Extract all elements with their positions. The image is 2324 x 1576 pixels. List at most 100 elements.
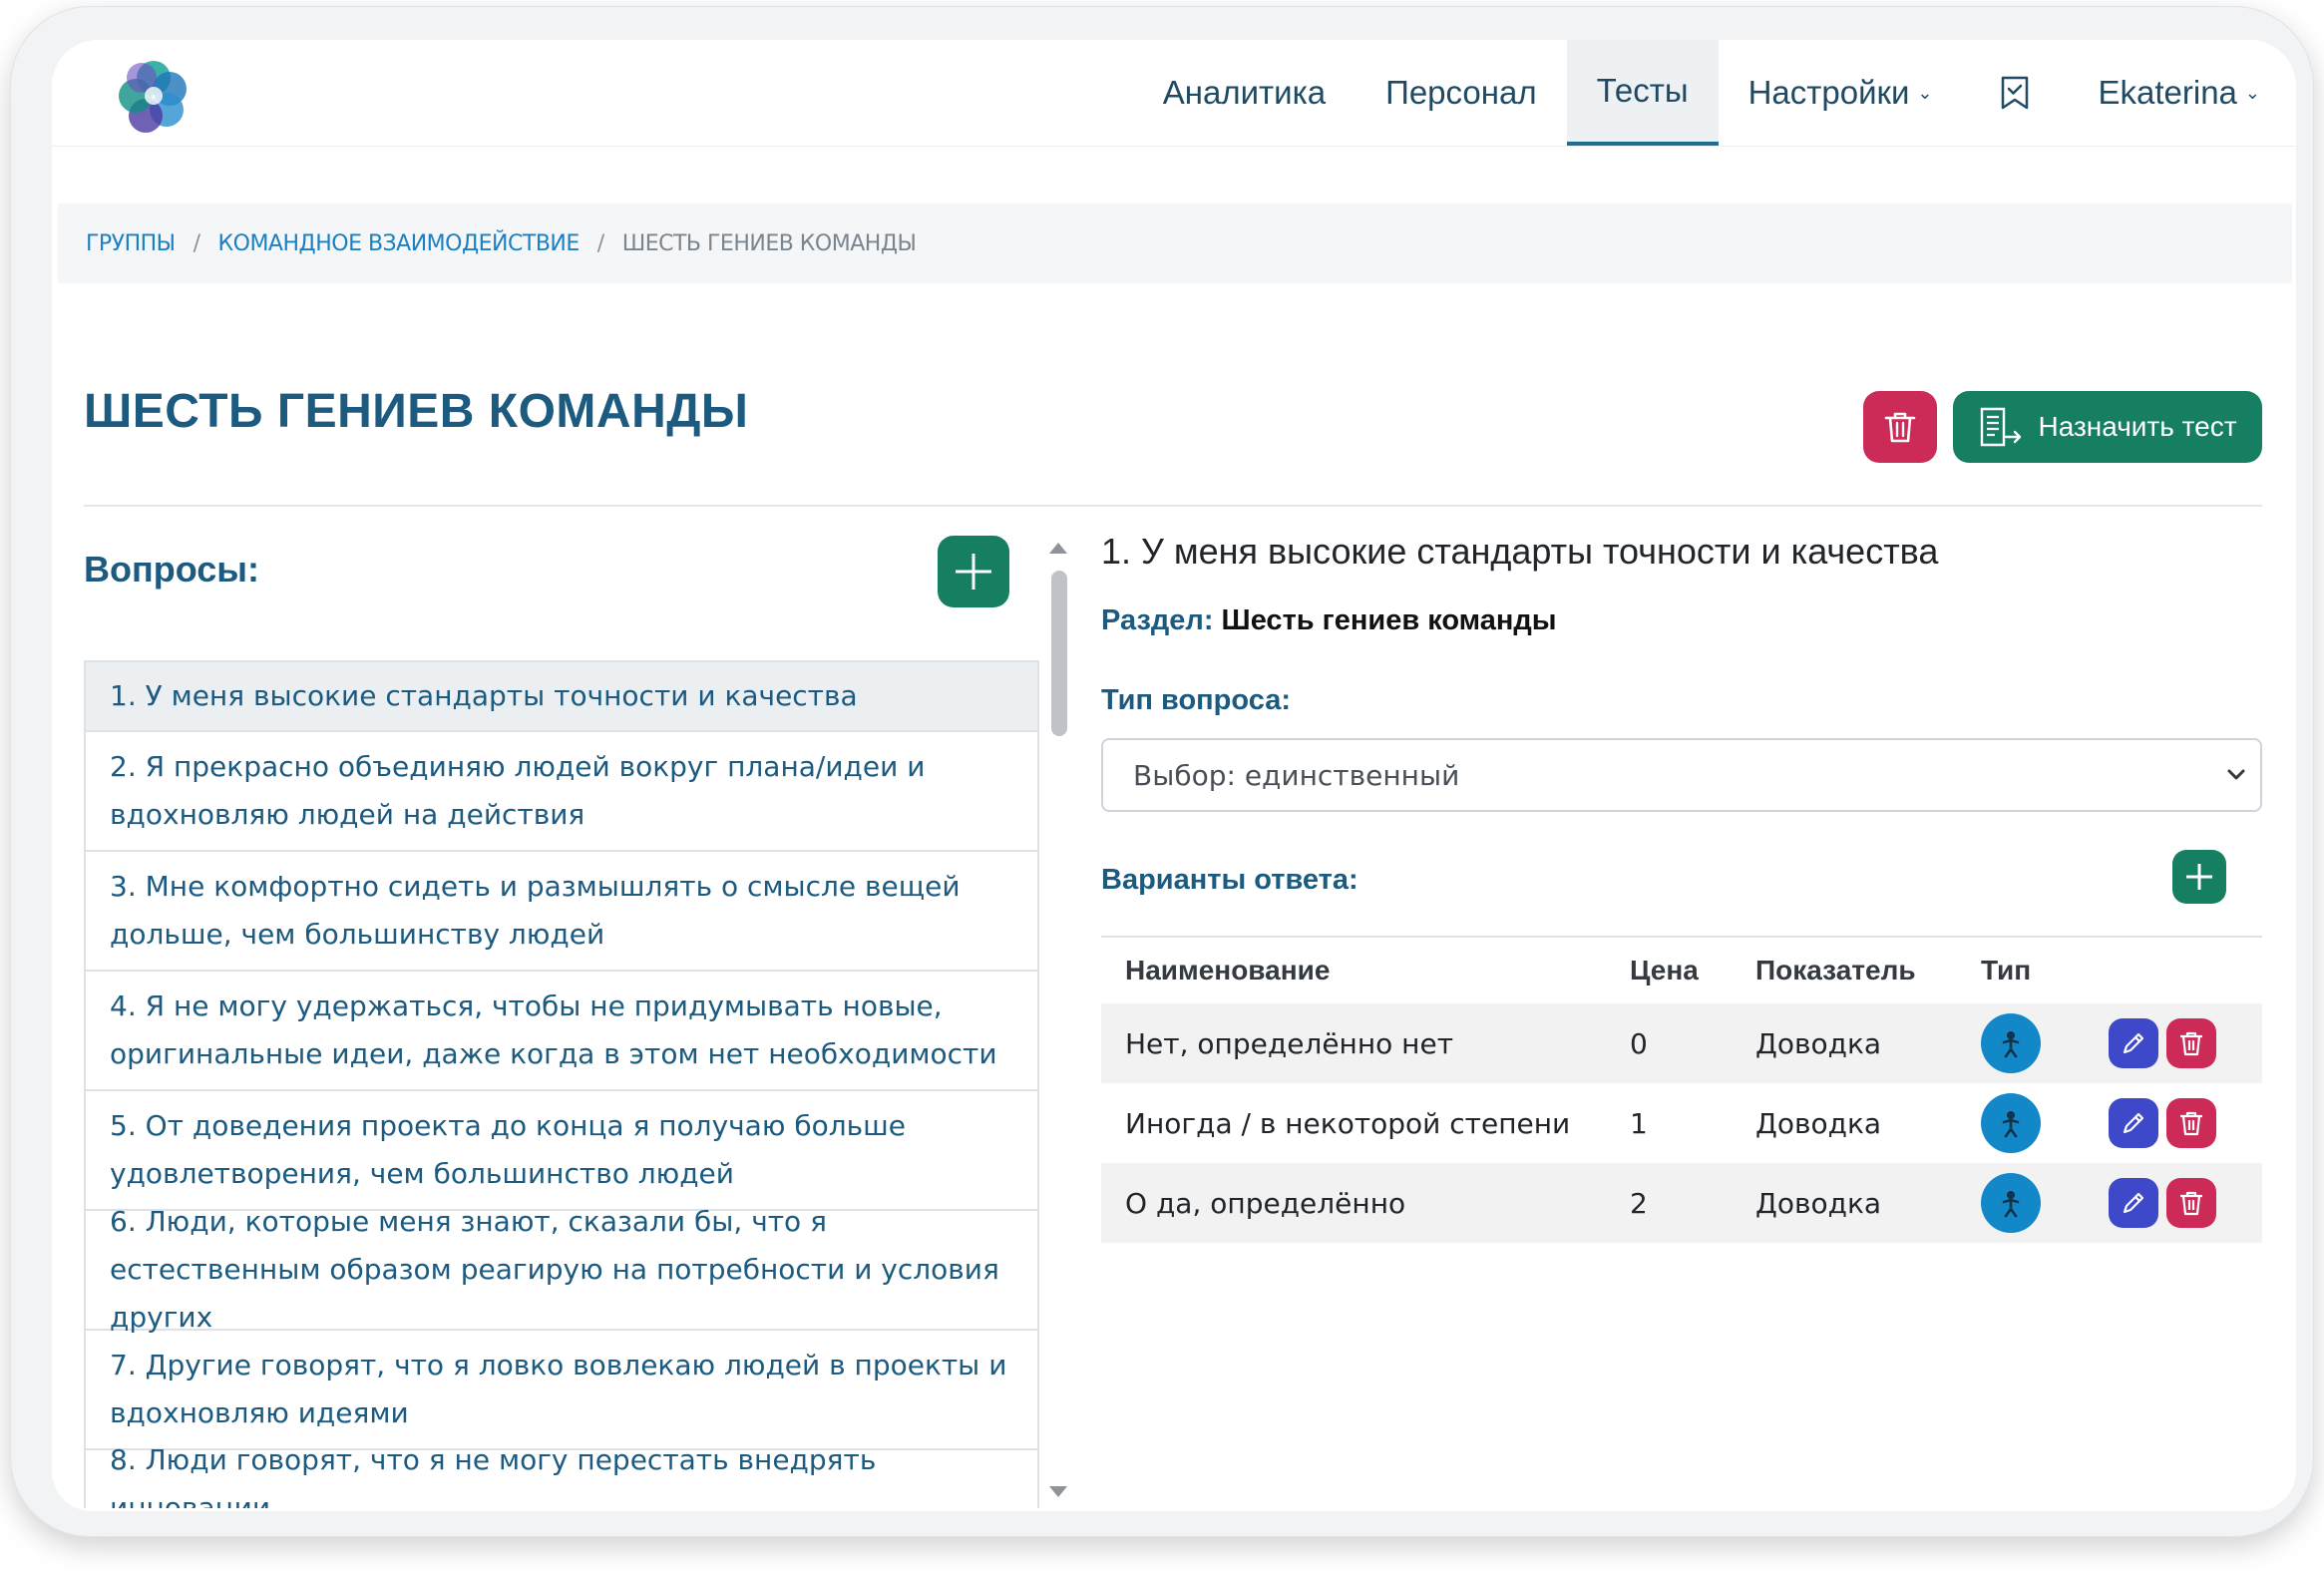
column-price: Цена xyxy=(1630,955,1699,985)
table-row: Иногда / в некоторой степени 1 Доводка xyxy=(1101,1083,2262,1163)
scroll-down-arrow[interactable] xyxy=(1049,1486,1067,1497)
breadcrumb: ГРУППЫ / КОМАНДНОЕ ВЗАИМОДЕЙСТВИЕ / ШЕСТ… xyxy=(58,203,2292,283)
bookmark-button[interactable] xyxy=(1962,40,2068,146)
nav-staff-label: Персонал xyxy=(1385,74,1537,111)
pencil-icon xyxy=(2123,1032,2144,1054)
delete-test-button[interactable] xyxy=(1863,391,1937,463)
pencil-icon xyxy=(2123,1192,2144,1214)
pencil-icon xyxy=(2123,1112,2144,1134)
question-item-5[interactable]: 5. От доведения проекта до конца я получ… xyxy=(86,1091,1037,1211)
question-item-1[interactable]: 1. У меня высокие стандарты точности и к… xyxy=(86,662,1037,732)
question-type-select[interactable]: Выбор: единственный xyxy=(1101,738,2262,812)
breadcrumb-separator: / xyxy=(596,230,604,256)
answer-name: Иногда / в некоторой степени xyxy=(1125,1106,1571,1140)
top-navbar: Аналитика Персонал Тесты Настройки ⌄ Ekat… xyxy=(52,40,2296,147)
question-text: 4. Я не могу удержаться, чтобы не придум… xyxy=(110,989,997,1070)
page-title: ШЕСТЬ ГЕНИЕВ КОМАНДЫ xyxy=(84,385,749,438)
question-item-3[interactable]: 3. Мне комфортно сидеть и размышлять о с… xyxy=(86,852,1037,972)
question-item-8[interactable]: 8. Люди говорят, что я не могу перестать… xyxy=(86,1443,1037,1508)
person-icon xyxy=(2002,1191,2020,1218)
user-menu[interactable]: Ekaterina ⌄ xyxy=(2068,40,2296,146)
answers-label: Варианты ответа: xyxy=(1101,864,1358,896)
person-icon xyxy=(2002,1111,2020,1138)
question-text: 8. Люди говорят, что я не могу перестать… xyxy=(110,1443,877,1508)
question-text: 3. Мне комфортно сидеть и размышлять о с… xyxy=(110,870,961,951)
question-item-7[interactable]: 7. Другие говорят, что я ловко вовлекаю … xyxy=(86,1331,1037,1450)
row-actions xyxy=(2109,1163,2224,1243)
scrollbar-thumb[interactable] xyxy=(1051,571,1067,736)
edit-answer-button[interactable] xyxy=(2109,1178,2158,1228)
nav-analytics-label: Аналитика xyxy=(1162,74,1327,111)
breadcrumb-separator: / xyxy=(193,230,200,256)
trash-icon xyxy=(2180,1191,2202,1216)
nav-analytics[interactable]: Аналитика xyxy=(1133,40,1356,146)
answer-price: 2 xyxy=(1630,1186,1648,1220)
answer-price: 0 xyxy=(1630,1026,1648,1060)
question-text: 2. Я прекрасно объединяю людей вокруг пл… xyxy=(110,750,926,831)
table-header: Наименование Цена Показатель Тип xyxy=(1101,938,2262,1003)
trash-icon xyxy=(2180,1031,2202,1056)
scroll-up-arrow[interactable] xyxy=(1049,543,1067,554)
row-actions xyxy=(2109,1083,2224,1163)
type-badge xyxy=(1981,1093,2041,1153)
app-logo[interactable] xyxy=(112,54,195,138)
plus-icon xyxy=(2186,864,2212,890)
question-item-6[interactable]: 6. Люди, которые меня знают, сказали бы,… xyxy=(86,1205,1037,1334)
nav-tests-label: Тесты xyxy=(1596,72,1689,109)
answer-name: О да, определённо xyxy=(1125,1186,1406,1220)
type-badge xyxy=(1981,1013,2041,1073)
answer-type xyxy=(1981,1083,2041,1163)
trash-icon xyxy=(2180,1111,2202,1136)
answer-price: 1 xyxy=(1630,1106,1648,1140)
column-name: Наименование xyxy=(1125,955,1331,985)
assign-test-label: Назначить тест xyxy=(2038,411,2237,442)
column-indicator: Показатель xyxy=(1755,955,1916,985)
breadcrumb-current: ШЕСТЬ ГЕНИЕВ КОМАНДЫ xyxy=(621,230,917,256)
answer-type xyxy=(1981,1003,2041,1083)
app-screen: Аналитика Персонал Тесты Настройки ⌄ Ekat… xyxy=(52,40,2296,1511)
column-type: Тип xyxy=(1981,955,2032,985)
edit-answer-button[interactable] xyxy=(2109,1018,2158,1068)
breadcrumb-team-interaction[interactable]: КОМАНДНОЕ ВЗАИМОДЕЙСТВИЕ xyxy=(218,231,581,256)
nav-settings[interactable]: Настройки ⌄ xyxy=(1719,40,1963,146)
divider xyxy=(84,505,2262,507)
table-row: О да, определённо 2 Доводка xyxy=(1101,1163,2262,1243)
tablet-frame: Аналитика Персонал Тесты Настройки ⌄ Ekat… xyxy=(10,6,2314,1537)
section-label: Раздел: xyxy=(1101,604,1214,636)
add-answer-button[interactable] xyxy=(2172,850,2226,904)
add-question-button[interactable] xyxy=(938,536,1009,607)
question-text: 5. От доведения проекта до конца я получ… xyxy=(110,1109,906,1190)
chevron-down-icon: ⌄ xyxy=(1917,82,1933,103)
delete-answer-button[interactable] xyxy=(2166,1178,2216,1228)
answer-type xyxy=(1981,1163,2041,1243)
answers-table: Наименование Цена Показатель Тип Нет, оп… xyxy=(1101,936,2262,1243)
trash-icon xyxy=(1884,412,1916,443)
question-type-value: Выбор: единственный xyxy=(1133,758,1460,792)
delete-answer-button[interactable] xyxy=(2166,1098,2216,1148)
questions-list[interactable]: 1. У меня высокие стандарты точности и к… xyxy=(84,660,1039,1508)
answer-indicator: Доводка xyxy=(1755,1186,1882,1220)
row-actions xyxy=(2109,1003,2224,1083)
section-value: Шесть гениев команды xyxy=(1221,604,1557,636)
section-line: Раздел: Шесть гениев команды xyxy=(1101,604,1557,637)
assign-test-button[interactable]: Назначить тест xyxy=(1953,391,2262,463)
question-item-2[interactable]: 2. Я прекрасно объединяю людей вокруг пл… xyxy=(86,732,1037,852)
document-arrow-icon xyxy=(1981,407,2022,447)
answer-indicator: Доводка xyxy=(1755,1026,1882,1060)
nav-tests[interactable]: Тесты xyxy=(1566,40,1719,146)
user-name: Ekaterina xyxy=(2098,74,2237,111)
bookmark-check-icon xyxy=(2002,76,2029,110)
chevron-down-icon: ⌄ xyxy=(2244,82,2260,103)
person-icon xyxy=(2002,1031,2020,1058)
chevron-down-icon xyxy=(2227,769,2245,780)
breadcrumb-groups[interactable]: ГРУППЫ xyxy=(86,231,176,256)
question-title: 1. У меня высокие стандарты точности и к… xyxy=(1101,531,1939,572)
question-type-label: Тип вопроса: xyxy=(1101,684,1292,716)
question-text: 1. У меня высокие стандарты точности и к… xyxy=(110,679,858,712)
table-row: Нет, определённо нет 0 Доводка xyxy=(1101,1003,2262,1083)
answer-indicator: Доводка xyxy=(1755,1106,1882,1140)
question-item-4[interactable]: 4. Я не могу удержаться, чтобы не придум… xyxy=(86,972,1037,1091)
delete-answer-button[interactable] xyxy=(2166,1018,2216,1068)
edit-answer-button[interactable] xyxy=(2109,1098,2158,1148)
nav-staff[interactable]: Персонал xyxy=(1356,40,1566,146)
